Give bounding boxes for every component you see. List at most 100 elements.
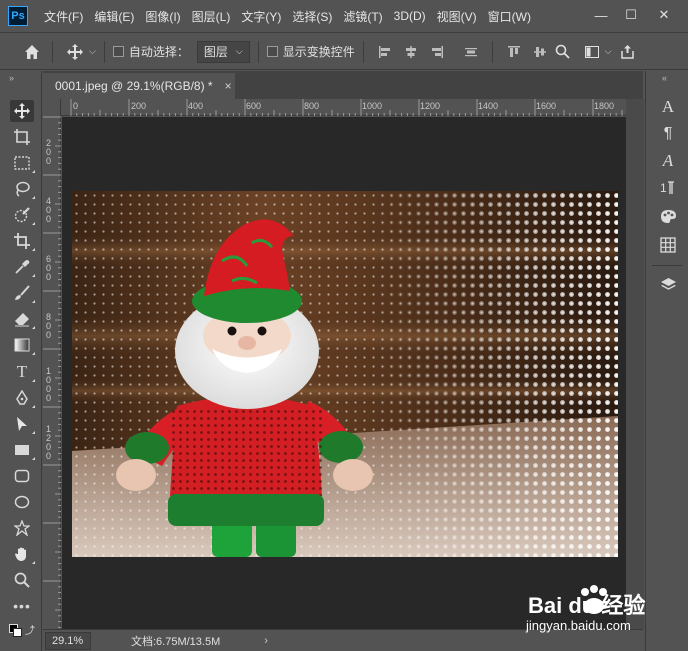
swatches-palette-icon: [660, 209, 676, 223]
artboard-tool[interactable]: [10, 126, 34, 148]
document-image[interactable]: [72, 191, 618, 557]
vertical-scrollbar[interactable]: [626, 99, 644, 629]
type-tool[interactable]: T: [10, 361, 35, 383]
hand-tool-icon: [15, 547, 26, 561]
crop-tool[interactable]: [10, 230, 35, 252]
ruler-h-label: 0: [73, 101, 79, 111]
ellipse-tool[interactable]: [10, 491, 34, 513]
rect-marquee-icon: [14, 156, 30, 170]
swap-colors-icon: ⤴: [25, 626, 35, 637]
menu-file[interactable]: 文件(F): [44, 8, 83, 25]
photoshop-logo-icon: Ps: [8, 6, 28, 26]
menu-filter[interactable]: 滤镜(T): [343, 8, 382, 25]
auto-select-target-value: 图层: [203, 45, 228, 59]
move-tool[interactable]: [10, 100, 34, 122]
pen-tool[interactable]: [10, 387, 35, 409]
home-button[interactable]: [20, 40, 44, 64]
document-info[interactable]: 文档:6.75M/13.5M: [131, 633, 220, 649]
document-tab[interactable]: 0001.jpeg @ 29.1%(RGB/8) * ×: [43, 73, 235, 99]
layers-panel-button[interactable]: [658, 275, 678, 295]
layers-icon: [660, 278, 676, 290]
paragraph-styles-button[interactable]: 1: [658, 178, 678, 198]
collapse-tools-icon[interactable]: »: [9, 73, 14, 83]
glyphs-icon: A: [662, 151, 674, 170]
ruler-v-label: 6 0 0: [46, 254, 52, 282]
minimize-button[interactable]: —: [592, 6, 610, 24]
panel-dock: « A ¶ A 1: [645, 71, 688, 651]
ruler-h-label: 1000: [362, 101, 383, 111]
quick-select-tool[interactable]: [10, 204, 35, 226]
distribute-icon[interactable]: [464, 45, 478, 59]
auto-select-target-dropdown[interactable]: 图层 ⌵: [196, 40, 250, 63]
menu-window[interactable]: 窗口(W): [488, 8, 531, 25]
align-middle-v-icon[interactable]: [533, 45, 547, 59]
chevron-right-icon[interactable]: ›: [264, 635, 268, 647]
brush-icon: [15, 285, 30, 300]
ruler-v-label: 1 2 0 0: [46, 424, 52, 461]
zoom-level-value: 29.1%: [52, 634, 84, 647]
menu-type[interactable]: 文字(Y): [241, 8, 281, 25]
panel-divider: [652, 265, 682, 266]
hand-tool[interactable]: [10, 543, 35, 565]
rectangle-tool[interactable]: [10, 439, 35, 461]
auto-select-checkbox[interactable]: [112, 46, 124, 57]
path-select-tool[interactable]: [10, 413, 35, 435]
custom-shape-icon: [14, 520, 30, 536]
separator: [103, 40, 105, 63]
menu-view[interactable]: 视图(V): [437, 8, 477, 25]
path-select-icon: [17, 417, 27, 431]
more-tools[interactable]: •••: [10, 595, 34, 617]
ruler-h-label: 1200: [420, 101, 441, 111]
grid-panel-button[interactable]: [658, 235, 678, 255]
marquee-tool[interactable]: [10, 152, 35, 174]
eraser-tool[interactable]: [10, 308, 35, 330]
zoom-level-field[interactable]: 29.1%: [45, 631, 91, 650]
rectangle-shape-icon: [15, 445, 29, 455]
brush-tool[interactable]: [10, 282, 35, 304]
close-tab-icon[interactable]: ×: [225, 79, 232, 93]
eyedropper-tool[interactable]: [10, 256, 35, 278]
menu-3d[interactable]: 3D(D): [394, 9, 426, 23]
rounded-rect-tool[interactable]: [10, 465, 34, 487]
glyphs-panel-button[interactable]: A: [658, 151, 678, 171]
close-window-button[interactable]: ✕: [655, 6, 673, 24]
align-top-icon[interactable]: [507, 45, 521, 59]
svg-text:1: 1: [660, 181, 667, 195]
workspace-button[interactable]: ⌵: [584, 45, 612, 58]
align-right-icon[interactable]: [430, 45, 444, 59]
ruler-h-label: 200: [131, 101, 147, 111]
show-transform-checkbox[interactable]: [266, 46, 278, 57]
santa-doll-image: [72, 191, 618, 557]
vertical-ruler[interactable]: 2 0 0 4 0 0 6 0 0 8 0 0 1 0 0 0 1 2 0 0: [43, 99, 61, 629]
background-color-swatch: [13, 628, 22, 637]
home-icon: [25, 44, 39, 59]
ruler-v-label: 2 0 0: [46, 138, 52, 166]
color-swatches[interactable]: ⤴: [9, 622, 37, 644]
menu-layer[interactable]: 图层(L): [192, 8, 231, 25]
gradient-tool[interactable]: [10, 334, 35, 356]
more-tools-icon: •••: [13, 598, 31, 614]
align-left-icon[interactable]: [378, 45, 392, 59]
paragraph-icon: ¶: [663, 125, 673, 142]
ruler-h-label: 1400: [478, 101, 499, 111]
collapse-dock-icon[interactable]: «: [662, 73, 667, 83]
menu-select[interactable]: 选择(S): [292, 8, 332, 25]
align-center-h-icon[interactable]: [404, 45, 418, 59]
paragraph-panel-button[interactable]: ¶: [658, 124, 678, 144]
lasso-tool[interactable]: [10, 178, 35, 200]
horizontal-ruler[interactable]: 0 200 400 600 800 1000 1200 1400 1600 18…: [61, 99, 626, 116]
separator: [491, 40, 493, 63]
zoom-tool[interactable]: [10, 569, 34, 591]
menu-image[interactable]: 图像(I): [145, 8, 180, 25]
character-panel-button[interactable]: A: [658, 97, 678, 117]
move-tool-preset[interactable]: ⌵: [67, 43, 96, 60]
share-button[interactable]: [620, 44, 636, 60]
pen-tool-icon: [16, 390, 28, 405]
search-button[interactable]: [555, 44, 571, 60]
menu-edit[interactable]: 编辑(E): [94, 8, 134, 25]
swatches-panel-button[interactable]: [658, 206, 678, 226]
maximize-button[interactable]: ☐: [622, 6, 640, 24]
ellipse-icon: [14, 495, 30, 509]
custom-shape-tool[interactable]: [10, 517, 34, 539]
workspace-icon: [584, 45, 599, 58]
